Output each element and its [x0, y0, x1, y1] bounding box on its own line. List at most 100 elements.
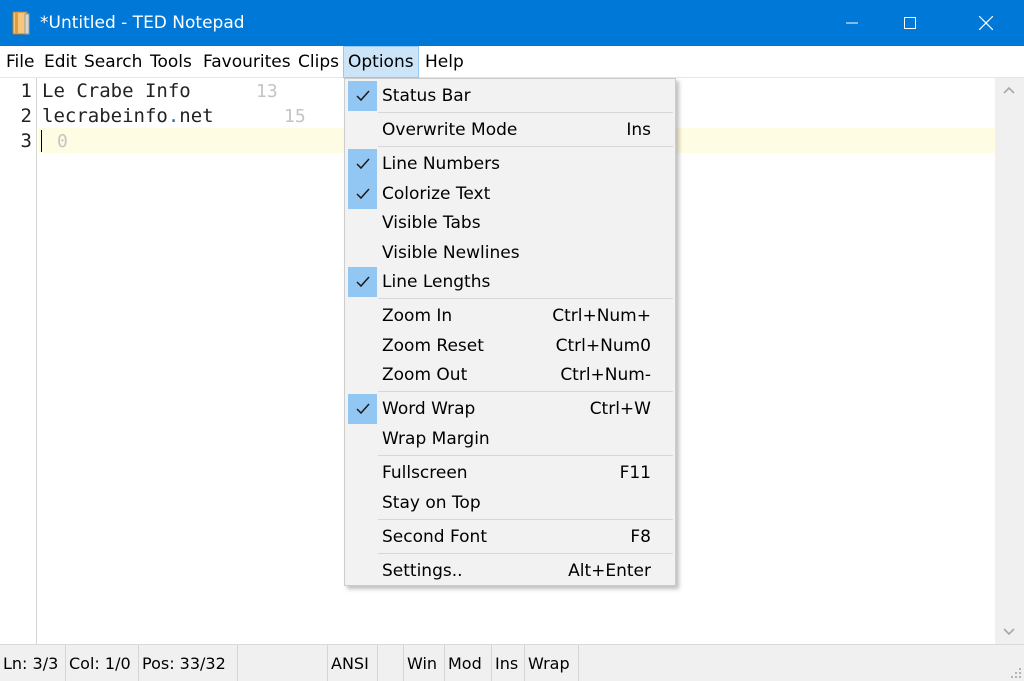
status-encoding: ANSI	[328, 645, 378, 681]
check-mark	[348, 81, 377, 111]
status-wrap: Wrap	[525, 645, 579, 681]
checkmark-icon	[355, 403, 370, 415]
checkmark-icon	[355, 158, 370, 170]
text-line: Le Crabe Info	[42, 80, 191, 102]
menu-item-visible-tabs[interactable]: Visible Tabs	[347, 208, 673, 238]
window-title: *Untitled - TED Notepad	[40, 13, 245, 33]
menu-item-label: Visible Newlines	[382, 243, 520, 263]
line-number: 3	[20, 130, 32, 152]
menu-item-shortcut: Ctrl+Num0	[555, 336, 651, 356]
minimize-icon	[846, 22, 858, 24]
menu-item-shortcut: F8	[630, 527, 651, 547]
text-segment: net	[179, 105, 214, 127]
status-position: Pos: 33/32	[139, 645, 238, 681]
resize-grip-icon[interactable]	[1008, 665, 1022, 679]
check-mark	[348, 179, 377, 209]
menu-item-zoom-reset[interactable]: Zoom Reset Ctrl+Num0	[347, 331, 673, 361]
vertical-scrollbar[interactable]	[995, 78, 1024, 644]
menu-separator	[378, 391, 673, 392]
status-bar: Ln: 3/3 Col: 1/0 Pos: 33/32 ANSI Win Mod…	[0, 644, 1024, 681]
menu-item-label: Overwrite Mode	[382, 120, 518, 140]
menu-item-stay-on-top[interactable]: Stay on Top	[347, 488, 673, 518]
chevron-up-icon[interactable]	[1003, 86, 1015, 94]
checkmark-icon	[355, 276, 370, 288]
menu-clips[interactable]: Clips	[294, 46, 343, 78]
menu-item-status-bar[interactable]: Status Bar	[347, 81, 673, 111]
menu-item-shortcut: Ctrl+Num+	[552, 306, 651, 326]
text-segment: lecrabeinfo	[42, 105, 168, 127]
menu-item-line-lengths[interactable]: Line Lengths	[347, 267, 673, 297]
check-mark	[348, 394, 377, 424]
menu-item-label: Wrap Margin	[382, 429, 490, 449]
menu-item-label: Settings..	[382, 561, 463, 581]
menu-item-label: Line Lengths	[382, 272, 491, 292]
menu-separator	[378, 112, 673, 113]
status-modified: Mod	[445, 645, 492, 681]
status-insert: Ins	[492, 645, 525, 681]
line-number: 2	[20, 105, 32, 127]
chevron-down-icon[interactable]	[1003, 628, 1015, 636]
status-line: Ln: 3/3	[0, 645, 66, 681]
menu-item-label: Second Font	[382, 527, 487, 547]
menu-item-label: Stay on Top	[382, 493, 481, 513]
menu-separator	[378, 455, 673, 456]
menu-item-label: Zoom Out	[382, 365, 468, 385]
menu-item-label: Zoom In	[382, 306, 453, 326]
close-button[interactable]	[952, 0, 1020, 46]
menu-separator	[378, 519, 673, 520]
menu-help[interactable]: Help	[421, 46, 468, 78]
menu-item-label: Fullscreen	[382, 463, 468, 483]
checkmark-icon	[355, 90, 370, 102]
menu-item-label: Word Wrap	[382, 399, 476, 419]
text-dot: .	[167, 105, 180, 127]
menu-search[interactable]: Search	[80, 46, 146, 78]
menu-item-overwrite-mode[interactable]: Overwrite Mode Ins	[347, 115, 673, 145]
maximize-button[interactable]	[876, 0, 944, 46]
line-number-gutter: 1 2 3	[0, 78, 37, 644]
line-length: 0	[57, 131, 68, 152]
menu-item-shortcut: F11	[619, 463, 651, 483]
menu-options[interactable]: Options	[343, 46, 419, 78]
menu-separator	[378, 553, 673, 554]
status-empty	[238, 645, 328, 681]
check-mark	[348, 267, 377, 297]
menu-item-colorize-text[interactable]: Colorize Text	[347, 179, 673, 209]
menu-item-second-font[interactable]: Second Font F8	[347, 522, 673, 552]
line-length: 13	[256, 81, 278, 102]
menu-item-zoom-in[interactable]: Zoom In Ctrl+Num+	[347, 301, 673, 331]
notepad-app-icon	[12, 11, 30, 35]
text-line: lecrabeinfo.net	[42, 104, 214, 129]
menu-file[interactable]: File	[2, 46, 38, 78]
menu-item-shortcut: Ctrl+W	[589, 399, 651, 419]
menu-item-wrap-margin[interactable]: Wrap Margin	[347, 424, 673, 454]
menu-item-label: Visible Tabs	[382, 213, 481, 233]
menu-favourites[interactable]: Favourites	[199, 46, 295, 78]
menu-separator	[378, 146, 673, 147]
menu-item-label: Colorize Text	[382, 184, 491, 204]
menu-item-visible-newlines[interactable]: Visible Newlines	[347, 238, 673, 268]
status-column: Col: 1/0	[66, 645, 139, 681]
options-menu: Status Bar Overwrite Mode Ins Line Numbe…	[344, 78, 676, 586]
menu-item-shortcut: Ins	[626, 120, 651, 140]
text-caret	[41, 130, 42, 152]
menu-item-zoom-out[interactable]: Zoom Out Ctrl+Num-	[347, 360, 673, 390]
menu-item-settings[interactable]: Settings.. Alt+Enter	[347, 556, 673, 586]
check-mark	[348, 149, 377, 179]
menu-item-word-wrap[interactable]: Word Wrap Ctrl+W	[347, 394, 673, 424]
menu-item-shortcut: Alt+Enter	[568, 561, 651, 581]
status-newline: Win	[404, 645, 445, 681]
menu-tools[interactable]: Tools	[146, 46, 196, 78]
menu-separator	[378, 298, 673, 299]
menu-item-label: Line Numbers	[382, 154, 500, 174]
menu-item-shortcut: Ctrl+Num-	[560, 365, 651, 385]
title-bar[interactable]: *Untitled - TED Notepad	[0, 0, 1024, 46]
menu-edit[interactable]: Edit	[40, 46, 81, 78]
menu-item-fullscreen[interactable]: Fullscreen F11	[347, 458, 673, 488]
close-icon	[979, 16, 993, 30]
status-empty	[378, 645, 404, 681]
menu-item-line-numbers[interactable]: Line Numbers	[347, 149, 673, 179]
menu-item-label: Status Bar	[382, 86, 471, 106]
line-length: 15	[284, 106, 306, 127]
checkmark-icon	[355, 188, 370, 200]
menu-item-label: Zoom Reset	[382, 336, 484, 356]
